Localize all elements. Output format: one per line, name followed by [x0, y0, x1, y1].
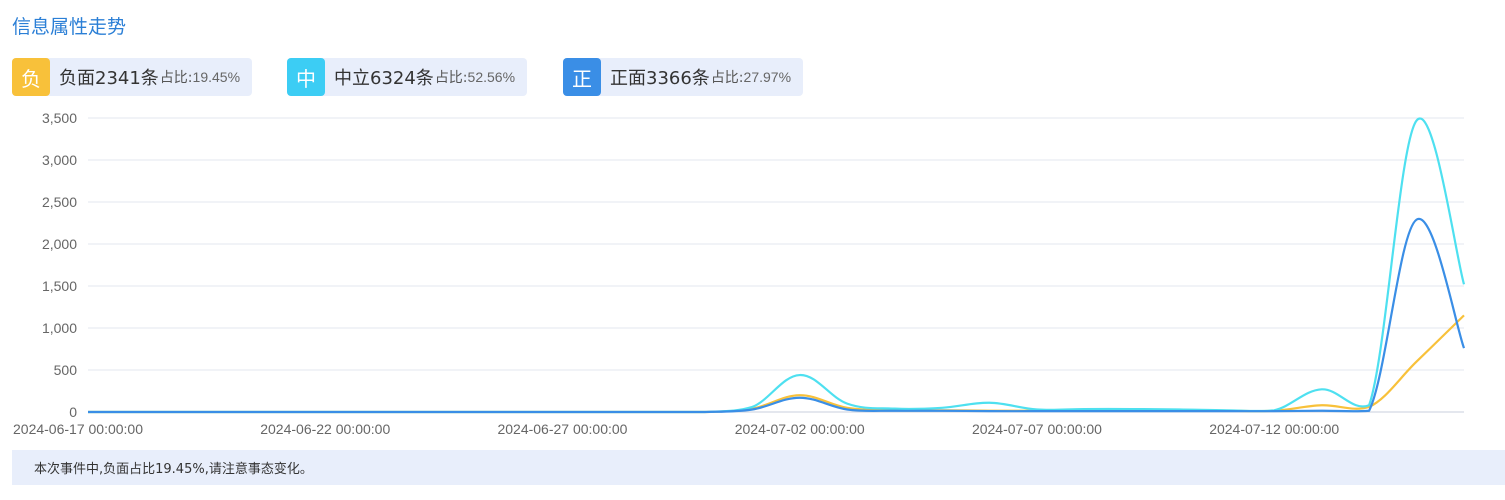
y-tick-label: 3,000 [42, 152, 77, 168]
neutral-ratio-value: 52.56% [467, 69, 516, 85]
positive-icon: 正 [563, 58, 601, 96]
negative-badge[interactable]: 负 负面2341条 占比: 19.45% [12, 58, 253, 96]
footer-text: 本次事件中,负面占比19.45%,请注意事态变化。 [34, 462, 313, 477]
negative-ratio-label: 占比: [159, 70, 193, 86]
series-line-2 [87, 218, 1466, 414]
positive-ratio-label: 占比: [710, 70, 744, 86]
x-tick-label: 2024-07-02 00:00:00 [735, 421, 865, 437]
x-tick-label: 2024-07-07 00:00:00 [972, 421, 1102, 437]
negative-count: 负面2341条 [59, 68, 159, 89]
x-tick-label: 2024-06-22 00:00:00 [260, 421, 390, 437]
y-tick-label: 1,500 [42, 278, 77, 294]
neutral-count: 中立6324条 [334, 68, 434, 89]
y-tick-label: 2,000 [42, 236, 77, 252]
y-tick-label: 0 [69, 404, 77, 420]
y-tick-label: 2,500 [42, 194, 77, 210]
trend-chart: 0 500 1,000 1,500 2,000 2,500 3,000 3,500 2024-0… [13, 110, 1466, 437]
x-tick-label: 2024-06-17 00:00:00 [13, 421, 143, 437]
chart-title: 信息属性走势 [12, 16, 127, 38]
y-tick-label: 1,000 [42, 320, 77, 336]
y-tick-label: 3,500 [42, 110, 77, 126]
neutral-icon: 中 [287, 58, 325, 96]
x-tick-label: 2024-07-12 00:00:00 [1209, 421, 1339, 437]
negative-icon: 负 [12, 58, 50, 96]
y-tick-label: 500 [54, 362, 78, 378]
neutral-badge[interactable]: 中 中立6324条 占比: 52.56% [287, 58, 528, 96]
neutral-ratio-label: 占比: [434, 70, 468, 86]
series-line-1 [87, 117, 1466, 414]
positive-badge[interactable]: 正 正面3366条 占比: 27.97% [563, 58, 804, 96]
negative-ratio-value: 19.45% [192, 69, 241, 85]
footer-notice: 本次事件中,负面占比19.45%,请注意事态变化。 [12, 450, 1505, 485]
positive-count: 正面3366条 [610, 68, 710, 89]
positive-ratio-value: 27.97% [743, 69, 792, 85]
x-tick-label: 2024-06-27 00:00:00 [497, 421, 627, 437]
series-line-0 [87, 314, 1465, 414]
